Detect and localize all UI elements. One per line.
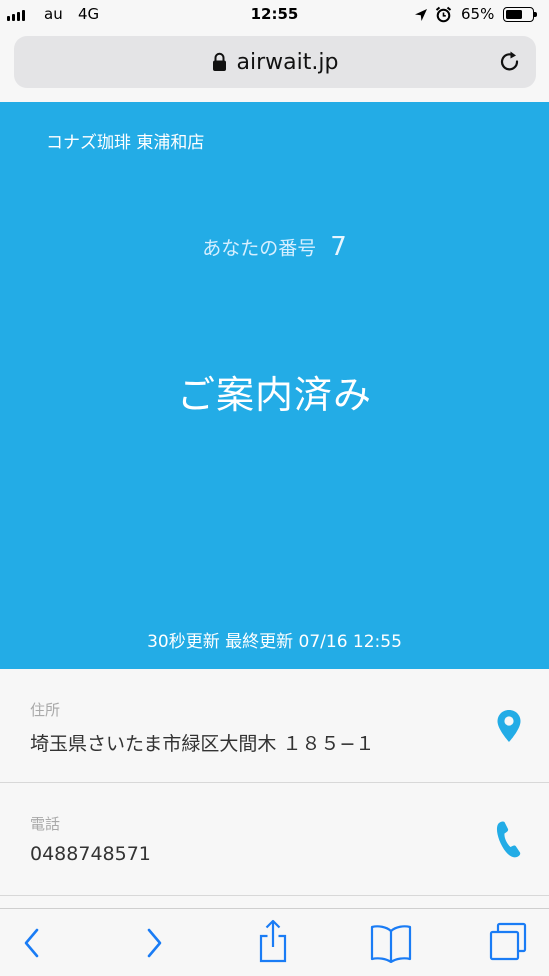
back-icon[interactable] [20,925,44,961]
ticket-number-label: あなたの番号 [202,237,317,260]
address-label: 住所 [30,701,61,719]
address-section[interactable]: 住所 埼玉県さいたま市緑区大間木 １８５−１ [0,669,549,783]
alarm-icon [435,6,452,23]
share-icon[interactable] [257,919,289,963]
map-pin-icon[interactable] [496,709,522,743]
location-arrow-icon [415,9,427,21]
shop-name: コナズ珈琲 東浦和店 [46,133,205,153]
address-value: 埼玉県さいたま市緑区大間木 １８５−１ [30,733,375,755]
phone-value: 0488748571 [30,843,151,865]
battery-percent: 65% [461,5,495,23]
reload-icon[interactable] [498,50,522,74]
address-bar[interactable]: airwait.jp [14,36,536,88]
tabs-icon[interactable] [489,922,527,962]
phone-label: 電話 [30,815,61,833]
battery-icon [503,7,537,22]
forward-icon[interactable] [142,925,166,961]
guidance-status: ご案内済み [176,373,372,417]
lock-icon [212,52,226,71]
bookmarks-icon[interactable] [370,923,412,963]
update-info: 30秒更新 最終更新 07/16 12:55 [147,632,402,652]
browser-toolbar [0,908,549,976]
phone-icon[interactable] [495,819,523,859]
url-text[interactable]: airwait.jp [237,50,339,75]
waiting-status-panel: コナズ珈琲 東浦和店 あなたの番号 7 ご案内済み 30秒更新 最終更新 07/1… [0,102,549,669]
phone-section[interactable]: 電話 0488748571 [0,783,549,896]
status-bar: au 4G 12:55 65% [0,0,549,30]
ticket-number: 7 [330,232,347,262]
ticket-number-row: あなたの番号 7 [0,232,549,262]
